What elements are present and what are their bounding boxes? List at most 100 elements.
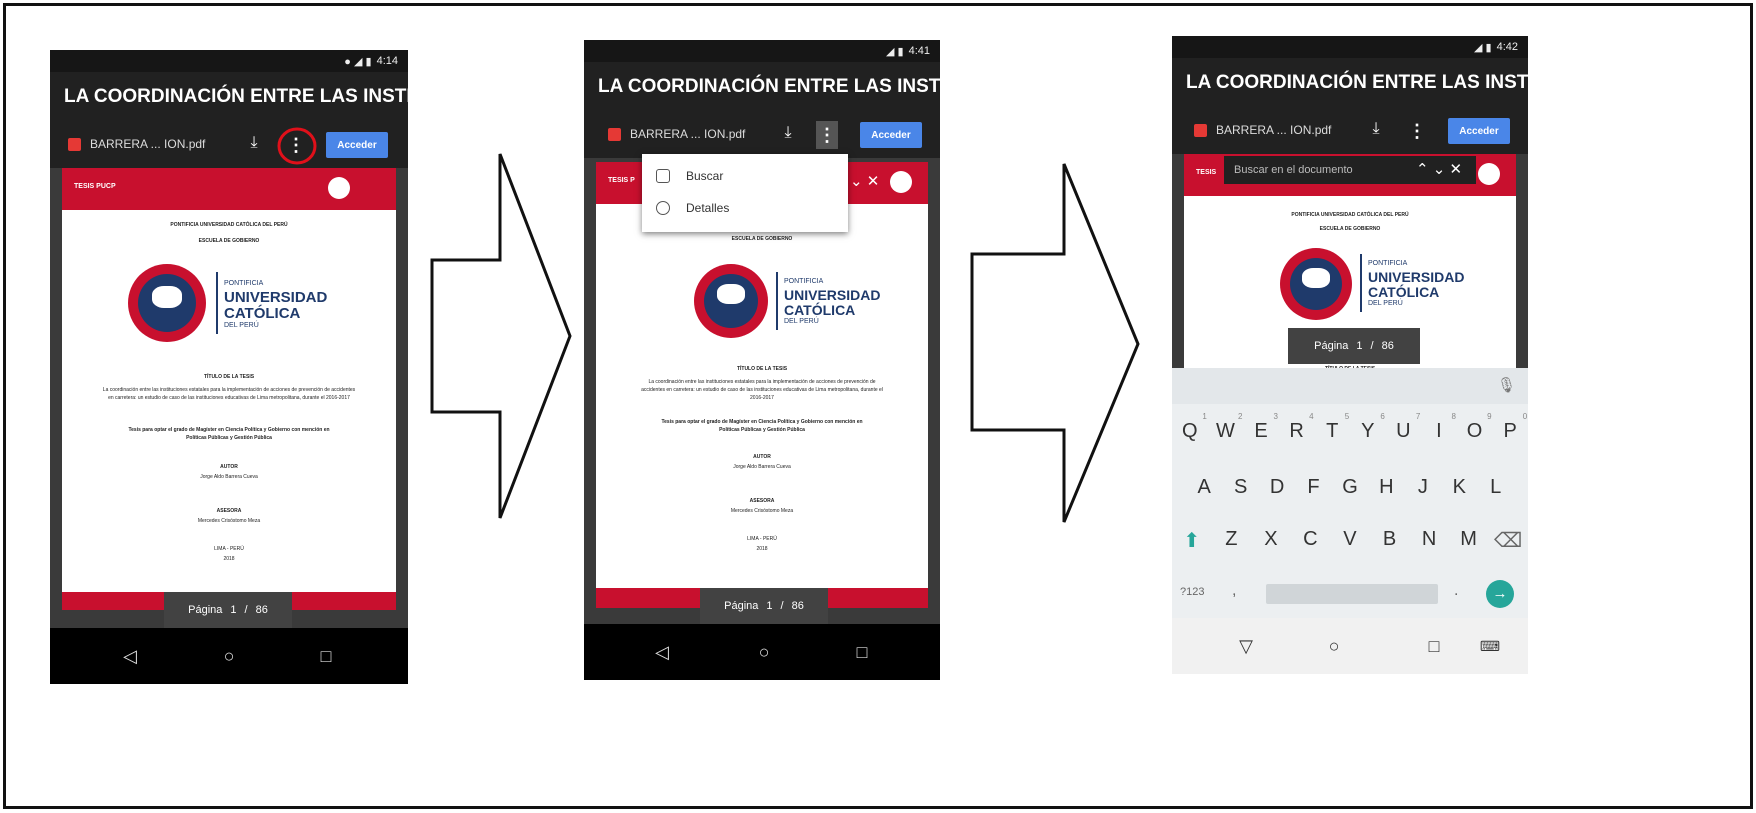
key-p[interactable]: P0: [1495, 412, 1527, 443]
access-button[interactable]: Acceder: [1448, 118, 1510, 144]
go-arrow-icon[interactable]: →: [1486, 580, 1514, 608]
download-icon[interactable]: ⤓: [780, 124, 796, 142]
key-u[interactable]: U7: [1388, 412, 1420, 443]
keyboard-switch-icon[interactable]: ⌨: [1478, 634, 1502, 658]
key-e[interactable]: E3: [1246, 412, 1278, 443]
info-icon: [656, 201, 670, 215]
search-bar[interactable]: Buscar en el documento ⌃ ⌄ ✕: [1224, 156, 1476, 184]
android-nav-bar: ▽ ○ □ ⌨: [1172, 618, 1528, 674]
key-t[interactable]: T5: [1317, 412, 1349, 443]
mic-icon[interactable]: 🎙: [1497, 376, 1516, 394]
recents-icon[interactable]: □: [850, 640, 874, 664]
page-indicator: Página 1/86: [164, 592, 292, 628]
recents-icon[interactable]: □: [1422, 634, 1446, 658]
access-button[interactable]: Acceder: [860, 122, 922, 148]
back-icon[interactable]: ◁: [650, 640, 674, 664]
key-q[interactable]: Q1: [1175, 412, 1207, 443]
space-bar[interactable]: [1266, 584, 1438, 604]
key-x[interactable]: X: [1256, 528, 1286, 553]
degree-text: Tesis para optar el grado de Magíster en…: [128, 427, 330, 441]
status-time: 4:42: [1496, 41, 1518, 53]
key-w[interactable]: W2: [1210, 412, 1242, 443]
document-title: LA COORDINACIÓN ENTRE LAS INSTIT...: [1172, 58, 1528, 108]
home-icon[interactable]: ○: [752, 640, 776, 664]
search-prev-next-icon[interactable]: ⌃ ⌄ ✕: [1416, 160, 1462, 178]
author-label: AUTOR: [220, 464, 238, 470]
key-k[interactable]: K: [1444, 476, 1474, 499]
access-button[interactable]: Acceder: [326, 132, 388, 158]
pdf-file-name: BARRERA ... ION.pdf: [630, 127, 746, 141]
key-j[interactable]: J: [1408, 476, 1438, 499]
year-text: 2018: [223, 556, 235, 562]
home-icon[interactable]: ○: [217, 644, 241, 668]
status-bar: ● ◢ ▮ 4:14: [50, 50, 408, 72]
document-title: LA COORDINACIÓN ENTRE LAS INSTIT...: [584, 62, 940, 112]
menu-item-search[interactable]: Buscar: [642, 160, 848, 192]
step-arrow-1: [430, 153, 572, 519]
symbols-key[interactable]: ?123: [1180, 586, 1204, 598]
keyboard-row-1: Q1 W2 E3 R4 T5 Y6 U7 I8 O9 P0: [1172, 412, 1528, 443]
download-icon[interactable]: ⤓: [246, 134, 262, 152]
key-l[interactable]: L: [1481, 476, 1511, 499]
key-y[interactable]: Y6: [1353, 412, 1385, 443]
comma-key[interactable]: ,: [1232, 582, 1236, 600]
key-m[interactable]: M: [1454, 528, 1484, 553]
author-name: Jorge Aldo Barrera Cueva: [733, 464, 791, 470]
signal-icon: ● ◢ ▮: [344, 55, 372, 68]
more-options-icon[interactable]: ⋮: [1406, 117, 1428, 145]
pdf-file-name: BARRERA ... ION.pdf: [1216, 123, 1332, 137]
keyboard-row-3: ⬆ Z X C V B N M ⌫: [1172, 528, 1528, 553]
home-icon[interactable]: ○: [1322, 634, 1346, 658]
key-v[interactable]: V: [1335, 528, 1365, 553]
school-name: ESCUELA DE GOBIERNO: [731, 236, 793, 242]
pdf-toolbar: BARRERA ... ION.pdf ⤓ ⋮ Acceder: [1172, 108, 1528, 154]
page-header-label: TESIS: [1196, 169, 1217, 176]
backspace-icon[interactable]: ⌫: [1493, 528, 1523, 553]
pdf-viewport[interactable]: TESIS PUCP PONTIFICIA UNIVERSIDAD CATÓLI…: [50, 168, 408, 628]
page-header-label: TESIS PUCP: [74, 183, 116, 190]
key-g[interactable]: G: [1335, 476, 1365, 499]
key-s[interactable]: S: [1226, 476, 1256, 499]
thesis-title-label: TÍTULO DE LA TESIS: [736, 366, 788, 372]
shift-icon[interactable]: ⬆: [1177, 528, 1207, 553]
more-options-icon[interactable]: ⋮: [816, 121, 838, 149]
soft-keyboard: 🎙 Q1 W2 E3 R4 T5 Y6 U7 I8 O9 P0 A S D F …: [1172, 368, 1528, 620]
signal-icon: ◢ ▮: [886, 45, 904, 58]
page-indicator: Página 1/86: [700, 588, 828, 624]
search-doc-icon: [656, 169, 670, 183]
pdf-page: TESIS PUCP PONTIFICIA UNIVERSIDAD CATÓLI…: [62, 168, 396, 610]
key-a[interactable]: A: [1189, 476, 1219, 499]
highlight-circle: [277, 127, 317, 165]
pdf-toolbar: BARRERA ... ION.pdf ⤓ ⋮ Acceder: [584, 112, 940, 158]
phone-screen-3: ◢ ▮ 4:42 LA COORDINACIÓN ENTRE LAS INSTI…: [1172, 36, 1528, 674]
keyboard-row-4: ?123 , . →: [1172, 578, 1528, 612]
back-chevron-icon[interactable]: ▽: [1234, 634, 1258, 658]
key-d[interactable]: D: [1262, 476, 1292, 499]
menu-item-details[interactable]: Detalles: [642, 192, 848, 224]
suggestion-strip: 🎙: [1172, 368, 1528, 404]
school-name: ESCUELA DE GOBIERNO: [1319, 226, 1381, 232]
back-icon[interactable]: ◁: [118, 644, 142, 668]
advisor-label: ASESORA: [216, 508, 242, 514]
key-i[interactable]: I8: [1424, 412, 1456, 443]
recents-icon[interactable]: □: [314, 644, 338, 668]
key-h[interactable]: H: [1371, 476, 1401, 499]
android-nav-bar: ◁ ○ □: [50, 628, 408, 684]
search-input[interactable]: Buscar en el documento: [1234, 164, 1353, 176]
key-o[interactable]: O9: [1460, 412, 1492, 443]
search-nav-icon[interactable]: ⌄ ✕: [850, 172, 879, 190]
menu-item-label: Detalles: [686, 201, 730, 215]
key-r[interactable]: R4: [1282, 412, 1313, 443]
menu-item-label: Buscar: [686, 169, 724, 183]
key-f[interactable]: F: [1299, 476, 1329, 499]
advisor-name: Mercedes Crisóstomo Meza: [730, 508, 794, 514]
phone-screen-2: ◢ ▮ 4:41 LA COORDINACIÓN ENTRE LAS INSTI…: [584, 40, 940, 680]
download-icon[interactable]: ⤓: [1368, 120, 1384, 138]
key-b[interactable]: B: [1375, 528, 1405, 553]
key-n[interactable]: N: [1414, 528, 1444, 553]
pdf-file-name: BARRERA ... ION.pdf: [90, 137, 206, 151]
key-z[interactable]: Z: [1216, 528, 1246, 553]
key-c[interactable]: C: [1295, 528, 1325, 553]
period-key[interactable]: .: [1454, 582, 1458, 600]
thesis-title: La coordinación entre las instituciones …: [641, 379, 883, 401]
